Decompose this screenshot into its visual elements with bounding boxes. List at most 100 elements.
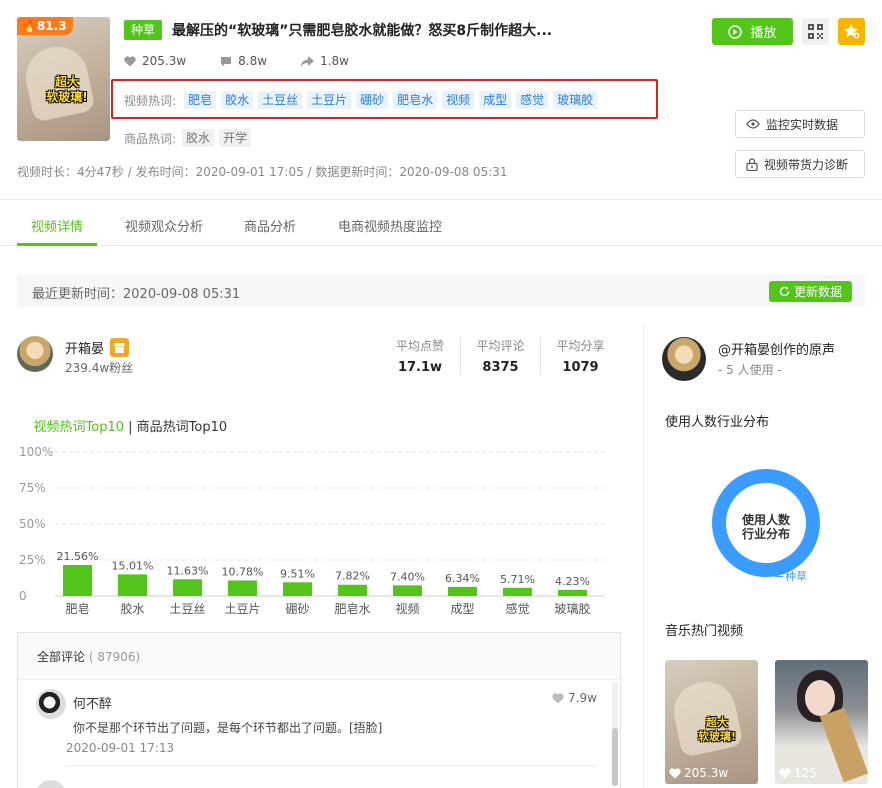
hot-video-box — [819, 707, 868, 783]
tab-video-detail[interactable]: 视频详情 — [31, 216, 83, 235]
hotwords-label: 视频热词: — [124, 93, 177, 108]
hot-video-card[interactable]: 超大 软玻璃! 205.3w — [665, 660, 758, 784]
avg-shares-value: 1079 — [562, 360, 599, 375]
bar[interactable] — [448, 586, 477, 596]
video-hotwords-top10-tab[interactable]: 视频热词Top10 — [34, 420, 124, 435]
y-tick-label: 100% — [19, 445, 53, 459]
x-category-label: 视频 — [395, 601, 419, 616]
hotword-chip[interactable]: 胶水 — [221, 91, 254, 109]
hot-video-likes-count: 205.3w — [684, 766, 729, 780]
shop-badge-icon — [110, 338, 130, 357]
play-button[interactable]: 播放 — [712, 18, 793, 45]
scrollbar-thumb[interactable] — [612, 728, 618, 786]
bar[interactable] — [63, 564, 92, 596]
product-words-label: 商品热词: — [124, 131, 177, 146]
comments-title: 全部评论 ( 87906) — [37, 648, 140, 665]
hotword-chip[interactable]: 感觉 — [516, 91, 549, 109]
hotword-chip[interactable]: 硼砂 — [356, 91, 389, 109]
bar[interactable] — [558, 589, 587, 596]
share-icon — [301, 55, 315, 67]
product-word-chip[interactable]: 胶水 — [182, 129, 215, 147]
score-value: 81.3 — [36, 19, 67, 33]
bar-value-label: 11.63% — [167, 564, 209, 577]
product-hotwords-top10-tab[interactable]: 商品热词Top10 — [137, 420, 227, 435]
music-name[interactable]: @开箱晏创作的原声 — [718, 339, 835, 358]
x-category-label: 土豆片 — [224, 602, 260, 616]
heart-icon — [124, 55, 136, 66]
author-avatar[interactable] — [17, 336, 53, 372]
avg-comments: 平均评论 8375 — [460, 337, 540, 375]
bar-value-label: 7.82% — [335, 570, 370, 583]
tab-heat-monitor[interactable]: 电商视频热度监控 — [338, 216, 442, 235]
hotword-chip[interactable]: 成型 — [479, 91, 512, 109]
bar-value-label: 7.40% — [390, 570, 425, 583]
bar[interactable] — [393, 585, 422, 596]
comment-icon — [221, 56, 232, 66]
comments-count: 8.8w — [238, 54, 268, 68]
star-plus-icon — [843, 24, 859, 39]
lock-icon — [746, 157, 758, 171]
refresh-data-button[interactable]: 更新数据 — [769, 281, 852, 302]
comments-scrollbar[interactable] — [612, 682, 618, 786]
bar[interactable] — [283, 582, 312, 596]
comments-total: ( 87906) — [88, 650, 141, 664]
hotword-chip[interactable]: 土豆片 — [307, 91, 352, 109]
bar-value-label: 6.34% — [445, 572, 480, 585]
last-update-text: 最近更新时间：2020-09-08 05:31 — [32, 287, 241, 302]
qrcode-icon — [808, 24, 823, 39]
hotword-chip[interactable]: 玻璃胶 — [553, 91, 598, 109]
donut-legend-label: 种草 — [785, 570, 807, 583]
comment-divider — [66, 765, 596, 766]
hotwords-bar-chart: 100% 75% 50% 25% 0 21.56% 肥皂 15.01% 胶水 11.63% 土豆丝 1… — [19, 445, 605, 616]
y-tick-label: 25% — [19, 553, 46, 567]
hotword-chip[interactable]: 视频 — [442, 91, 475, 109]
sidebar-divider — [643, 325, 644, 788]
refresh-label: 更新数据 — [793, 285, 842, 299]
avg-likes: 平均点赞 17.1w — [380, 337, 460, 375]
bar[interactable] — [338, 584, 367, 596]
comment-time: 2020-09-01 17:13 — [66, 741, 175, 755]
avg-likes-label: 平均点赞 — [395, 339, 444, 353]
hot-videos-title: 音乐热门视频 — [665, 624, 744, 639]
refresh-icon — [779, 286, 790, 297]
bar[interactable] — [173, 579, 202, 596]
favorite-button[interactable] — [838, 18, 865, 45]
video-title[interactable]: 最解压的“软玻璃”只需肥皂胶水就能做？怒买8斤制作超大... — [172, 20, 582, 40]
y-tick-label: 50% — [19, 517, 46, 531]
hotword-chip[interactable]: 肥皂水 — [393, 91, 438, 109]
active-tab-indicator — [17, 243, 97, 246]
bar[interactable] — [118, 574, 147, 596]
commenter-avatar[interactable] — [36, 689, 66, 719]
bar[interactable] — [228, 580, 257, 596]
qrcode-button[interactable] — [802, 18, 829, 45]
hot-video-likes: 125 — [779, 766, 817, 780]
commenter-name[interactable]: 何不醉 — [73, 693, 112, 712]
music-cover-avatar[interactable] — [662, 337, 706, 381]
likes-count: 205.3w — [142, 54, 187, 68]
bar-value-label: 21.56% — [57, 550, 99, 563]
hotword-chip[interactable]: 土豆丝 — [258, 91, 303, 109]
x-category-label: 土豆丝 — [169, 602, 205, 616]
product-word-chip[interactable]: 开学 — [219, 129, 252, 147]
x-category-label: 肥皂水 — [334, 602, 370, 616]
heart-icon — [669, 767, 681, 778]
comment-likes: 7.9w — [552, 691, 597, 705]
sales-diagnosis-button[interactable]: 视频带货力诊断 — [735, 150, 865, 178]
tab-audience-analysis[interactable]: 视频观众分析 — [125, 216, 203, 235]
bar[interactable] — [503, 587, 532, 596]
video-stats: 205.3w 8.8w 1.8w — [124, 54, 349, 68]
x-category-label: 感觉 — [505, 601, 529, 616]
eye-icon — [746, 119, 760, 129]
bar-value-label: 15.01% — [112, 559, 154, 572]
tab-product-analysis[interactable]: 商品分析 — [244, 216, 296, 235]
avg-comments-value: 8375 — [482, 360, 519, 375]
comments-header-label: 全部评论 — [37, 650, 86, 664]
hotword-chip[interactable]: 肥皂 — [184, 91, 217, 109]
monitor-realtime-button[interactable]: 监控实时数据 — [735, 110, 865, 138]
author-stats: 平均点赞 17.1w 平均评论 8375 平均分享 1079 — [380, 337, 620, 375]
hot-video-card[interactable]: 125 — [775, 660, 868, 784]
author-name[interactable]: 开箱晏 — [65, 338, 104, 357]
music-user-count: - 5 人使用 - — [718, 363, 782, 377]
video-thumbnail[interactable]: 超大 软玻璃! 🔥81.3 — [17, 17, 110, 141]
likes-stat: 205.3w — [124, 54, 186, 68]
